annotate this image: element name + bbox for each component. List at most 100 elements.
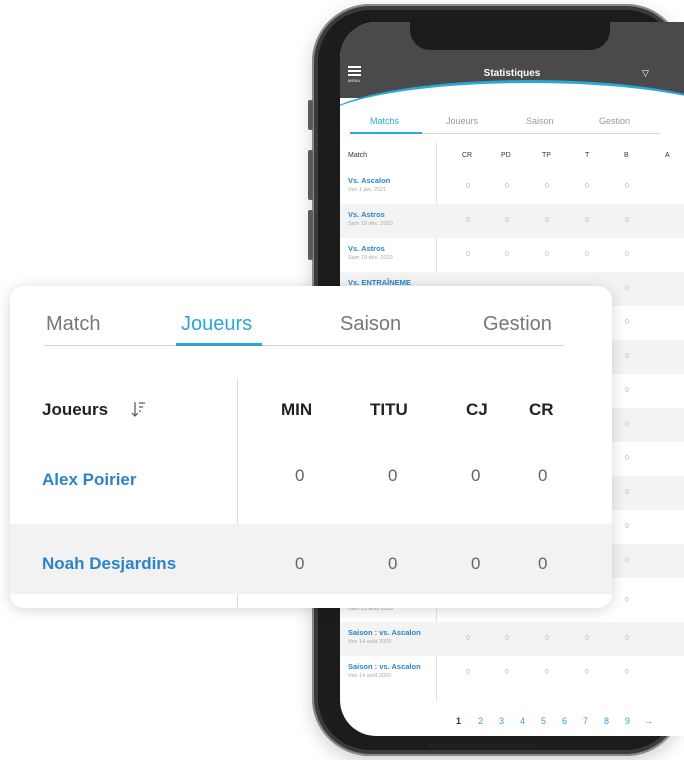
stat-value: 0 — [625, 319, 629, 326]
tab-match[interactable]: Match — [46, 313, 100, 336]
filter-icon[interactable]: ▽ — [642, 68, 649, 79]
table-row[interactable]: Saison : vs. Ascalon Ven 14 août 2020 0 … — [340, 622, 684, 656]
phone-side-button — [308, 150, 313, 200]
phone-notch — [410, 22, 610, 50]
match-date: Sam 19 déc. 2020 — [348, 255, 393, 261]
col-header-b: B — [624, 152, 629, 159]
stat-cj: 0 — [471, 554, 481, 573]
stat-value: 0 — [625, 183, 629, 190]
stat-value: 0 — [625, 217, 629, 224]
table-row[interactable]: Vs. Ascalon Ven 1 jan. 2021 0 0 0 0 0 — [340, 170, 684, 204]
stat-cr: 0 — [538, 466, 548, 485]
phone-side-button — [308, 100, 313, 130]
table-row[interactable]: Vs. Astros Sam 19 déc. 2020 0 0 0 0 0 — [340, 238, 684, 272]
next-page-arrow-icon[interactable]: → — [644, 716, 653, 726]
phone-side-button — [308, 210, 313, 260]
stat-value: 0 — [466, 217, 470, 224]
stat-value: 0 — [505, 635, 509, 642]
stat-min: 0 — [295, 554, 305, 573]
match-date: Sam 19 déc. 2020 — [348, 221, 393, 227]
page-2-link[interactable]: 2 — [478, 716, 483, 726]
players-column-header: Joueurs — [42, 400, 109, 419]
stat-value: 0 — [625, 353, 629, 360]
stat-value: 0 — [545, 217, 549, 224]
player-row[interactable]: Noah Desjardins 0 0 0 0 — [10, 524, 612, 594]
page-1-link[interactable]: 1 — [456, 716, 461, 726]
page-5-link[interactable]: 5 — [541, 716, 546, 726]
phone-tab-saison[interactable]: Saison — [526, 116, 554, 126]
match-name[interactable]: Vs. Astros — [348, 244, 385, 253]
col-header-cj: CJ — [466, 400, 488, 419]
stat-value: 0 — [625, 635, 629, 642]
stat-value: 0 — [585, 183, 589, 190]
player-name[interactable]: Alex Poirier — [42, 470, 137, 490]
stat-value: 0 — [545, 635, 549, 642]
stat-value: 0 — [466, 669, 470, 676]
tab-gestion[interactable]: Gestion — [483, 313, 552, 336]
match-name[interactable]: Vs. Astros — [348, 210, 385, 219]
stat-value: 0 — [625, 523, 629, 530]
tab-saison[interactable]: Saison — [340, 313, 401, 336]
stat-value: 0 — [625, 597, 629, 604]
stat-value: 0 — [625, 455, 629, 462]
col-header-min: MIN — [281, 400, 313, 419]
table-row[interactable]: Vs. Astros Sam 19 déc. 2020 0 0 0 0 0 — [340, 204, 684, 238]
stat-cj: 0 — [471, 466, 481, 485]
player-row[interactable]: Alex Poirier 0 0 0 0 — [10, 446, 612, 516]
table-row[interactable]: Saison : vs. Ascalon Ven 14 août 2020 0 … — [340, 656, 684, 690]
stat-value: 0 — [585, 251, 589, 258]
stat-value: 0 — [585, 669, 589, 676]
match-name[interactable]: Saison : vs. Ascalon — [348, 628, 421, 637]
stat-value: 0 — [625, 421, 629, 428]
col-header-cr: CR — [529, 400, 554, 419]
phone-tab-gestion[interactable]: Gestion — [599, 116, 630, 126]
stat-value: 0 — [625, 387, 629, 394]
stat-value: 0 — [625, 669, 629, 676]
col-header-a: A — [665, 152, 670, 159]
stat-value: 0 — [545, 183, 549, 190]
page-9-link[interactable]: 9 — [625, 716, 630, 726]
stat-value: 0 — [585, 217, 589, 224]
tab-active-underline — [176, 343, 262, 346]
stat-value: 0 — [625, 285, 629, 292]
app-title: Statistiques — [483, 68, 541, 79]
page-6-link[interactable]: 6 — [562, 716, 567, 726]
stat-value: 0 — [625, 489, 629, 496]
sort-descending-icon[interactable] — [130, 400, 146, 418]
stat-value: 0 — [585, 635, 589, 642]
stat-value: 0 — [545, 251, 549, 258]
tab-rule — [44, 345, 564, 346]
page-4-link[interactable]: 4 — [520, 716, 525, 726]
match-date: Ven 1 jan. 2021 — [348, 187, 387, 193]
stat-cr: 0 — [538, 554, 548, 573]
phone-tab-matchs[interactable]: Matchs — [370, 116, 399, 126]
stat-value: 0 — [466, 635, 470, 642]
col-header-titu: TITU — [370, 400, 408, 419]
phone-tab-joueurs[interactable]: Joueurs — [446, 116, 478, 126]
phone-tab-bar: Matchs Joueurs Saison Gestion — [350, 112, 684, 132]
page-8-link[interactable]: 8 — [604, 716, 609, 726]
match-date: Ven 14 août 2020 — [348, 673, 392, 679]
col-header-t: T — [585, 152, 590, 159]
stat-value: 0 — [545, 669, 549, 676]
stat-value: 0 — [505, 251, 509, 258]
phone-table-header: Match CR PD TP T B A — [340, 152, 684, 166]
page-7-link[interactable]: 7 — [583, 716, 588, 726]
stat-min: 0 — [295, 466, 305, 485]
tab-joueurs[interactable]: Joueurs — [181, 313, 252, 336]
match-name[interactable]: Vs. Ascalon — [348, 176, 390, 185]
player-name[interactable]: Noah Desjardins — [42, 554, 176, 574]
stat-value: 0 — [625, 557, 629, 564]
phone-tab-active-underline — [350, 132, 422, 134]
stat-titu: 0 — [388, 466, 398, 485]
col-header-cr: CR — [462, 152, 473, 159]
match-name[interactable]: Saison : vs. Ascalon — [348, 662, 421, 671]
stat-titu: 0 — [388, 554, 398, 573]
stat-value: 0 — [505, 669, 509, 676]
home-indicator — [428, 744, 538, 748]
page-3-link[interactable]: 3 — [499, 716, 504, 726]
col-header-pd: PD — [501, 152, 511, 159]
stat-value: 0 — [505, 217, 509, 224]
stat-value: 0 — [505, 183, 509, 190]
match-date: Ven 14 août 2020 — [348, 639, 392, 645]
